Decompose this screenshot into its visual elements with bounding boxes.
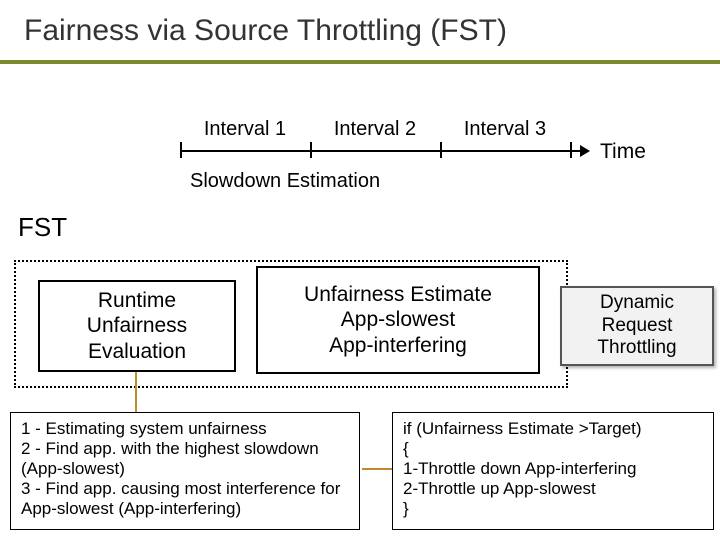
timeline-tick <box>570 142 572 158</box>
timeline-tick <box>180 142 182 158</box>
right-explanation-box: if (Unfairness Estimate >Target) { 1-Thr… <box>392 412 714 530</box>
unfairness-estimate-box: Unfairness Estimate App-slowest App-inte… <box>256 266 540 374</box>
dynamic-request-throttling-text: Dynamic Request Throttling <box>568 292 706 360</box>
timeline-tick <box>440 142 442 158</box>
left-explanation-box: 1 - Estimating system unfairness 2 - Fin… <box>10 412 360 530</box>
title-underline <box>0 60 720 64</box>
interval-2-label: Interval 2 <box>315 118 435 141</box>
runtime-unfairness-evaluation-text: Runtime Unfairness Evaluation <box>87 288 187 364</box>
timeline-tick <box>310 142 312 158</box>
time-label: Time <box>600 140 646 164</box>
unfairness-estimate-text: Unfairness Estimate App-slowest App-inte… <box>304 282 492 358</box>
dynamic-request-throttling-box: Dynamic Request Throttling <box>560 286 714 366</box>
interval-1-label: Interval 1 <box>185 118 305 141</box>
page-title: Fairness via Source Throttling (FST) <box>24 14 507 48</box>
fst-label: FST <box>18 212 67 243</box>
runtime-unfairness-evaluation-box: Runtime Unfairness Evaluation <box>38 280 236 372</box>
interval-3-label: Interval 3 <box>445 118 565 141</box>
connector-line <box>135 372 137 412</box>
slowdown-estimation-label: Slowdown Estimation <box>190 170 380 192</box>
connector-line <box>362 468 392 470</box>
timeline-axis <box>180 150 580 152</box>
